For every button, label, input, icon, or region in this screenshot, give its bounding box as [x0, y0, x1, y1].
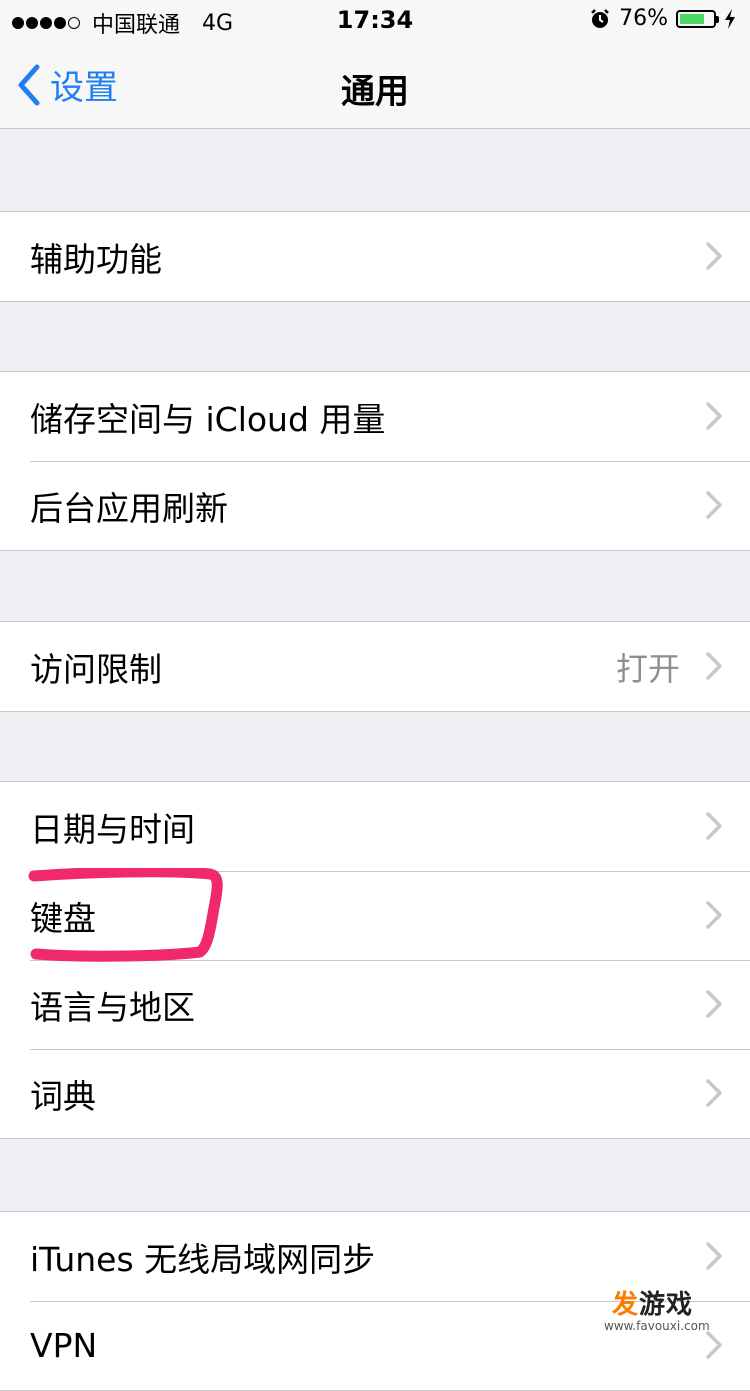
chevron-right-icon	[706, 1079, 722, 1107]
row-restrictions[interactable]: 访问限制 打开	[0, 622, 750, 711]
row-label: iTunes 无线局域网同步	[30, 1239, 376, 1279]
battery-icon	[676, 9, 719, 28]
row-label: 词典	[30, 1076, 96, 1116]
settings-group-storage: 储存空间与 iCloud 用量 后台应用刷新	[0, 371, 750, 551]
row-label: 语言与地区	[30, 987, 195, 1027]
alarm-icon	[591, 8, 609, 28]
chevron-right-icon	[706, 491, 722, 519]
row-language-region[interactable]: 语言与地区	[0, 960, 750, 1049]
watermark-logo: 发游戏 www.favouxi.com	[604, 1284, 710, 1333]
battery-percent: 76%	[619, 6, 668, 31]
chevron-right-icon	[706, 812, 722, 840]
chevron-right-icon	[706, 402, 722, 430]
row-storage-icloud[interactable]: 储存空间与 iCloud 用量	[0, 372, 750, 461]
chevron-right-icon	[706, 242, 722, 270]
row-label: VPN	[30, 1326, 98, 1365]
row-label: 后台应用刷新	[30, 488, 228, 528]
row-label: 日期与时间	[30, 809, 195, 849]
highlight-annotation	[28, 868, 223, 962]
row-background-refresh[interactable]: 后台应用刷新	[0, 461, 750, 550]
chevron-right-icon	[706, 652, 722, 680]
page-title: 通用	[341, 72, 409, 112]
charging-bolt-icon	[725, 8, 735, 29]
chevron-right-icon	[706, 1331, 722, 1359]
settings-group-restrictions: 访问限制 打开	[0, 621, 750, 712]
row-dictionary[interactable]: 词典	[0, 1049, 750, 1138]
row-accessibility[interactable]: 辅助功能	[0, 212, 750, 301]
status-right: 76%	[589, 6, 736, 31]
row-date-time[interactable]: 日期与时间	[0, 782, 750, 871]
row-value: 打开	[615, 649, 680, 688]
row-label: 储存空间与 iCloud 用量	[30, 399, 386, 439]
navigation-bar: 设置 通用	[0, 40, 750, 129]
watermark-url: www.favouxi.com	[604, 1319, 710, 1333]
chevron-right-icon	[706, 1242, 722, 1270]
settings-group-accessibility: 辅助功能	[0, 211, 750, 302]
chevron-right-icon	[706, 990, 722, 1018]
row-label: 辅助功能	[30, 239, 162, 279]
chevron-right-icon	[706, 901, 722, 929]
status-bar: 中国联通 4G 17:34 76%	[0, 0, 750, 40]
watermark-brand: 发游戏	[612, 1290, 694, 1320]
row-label: 访问限制	[30, 649, 162, 689]
